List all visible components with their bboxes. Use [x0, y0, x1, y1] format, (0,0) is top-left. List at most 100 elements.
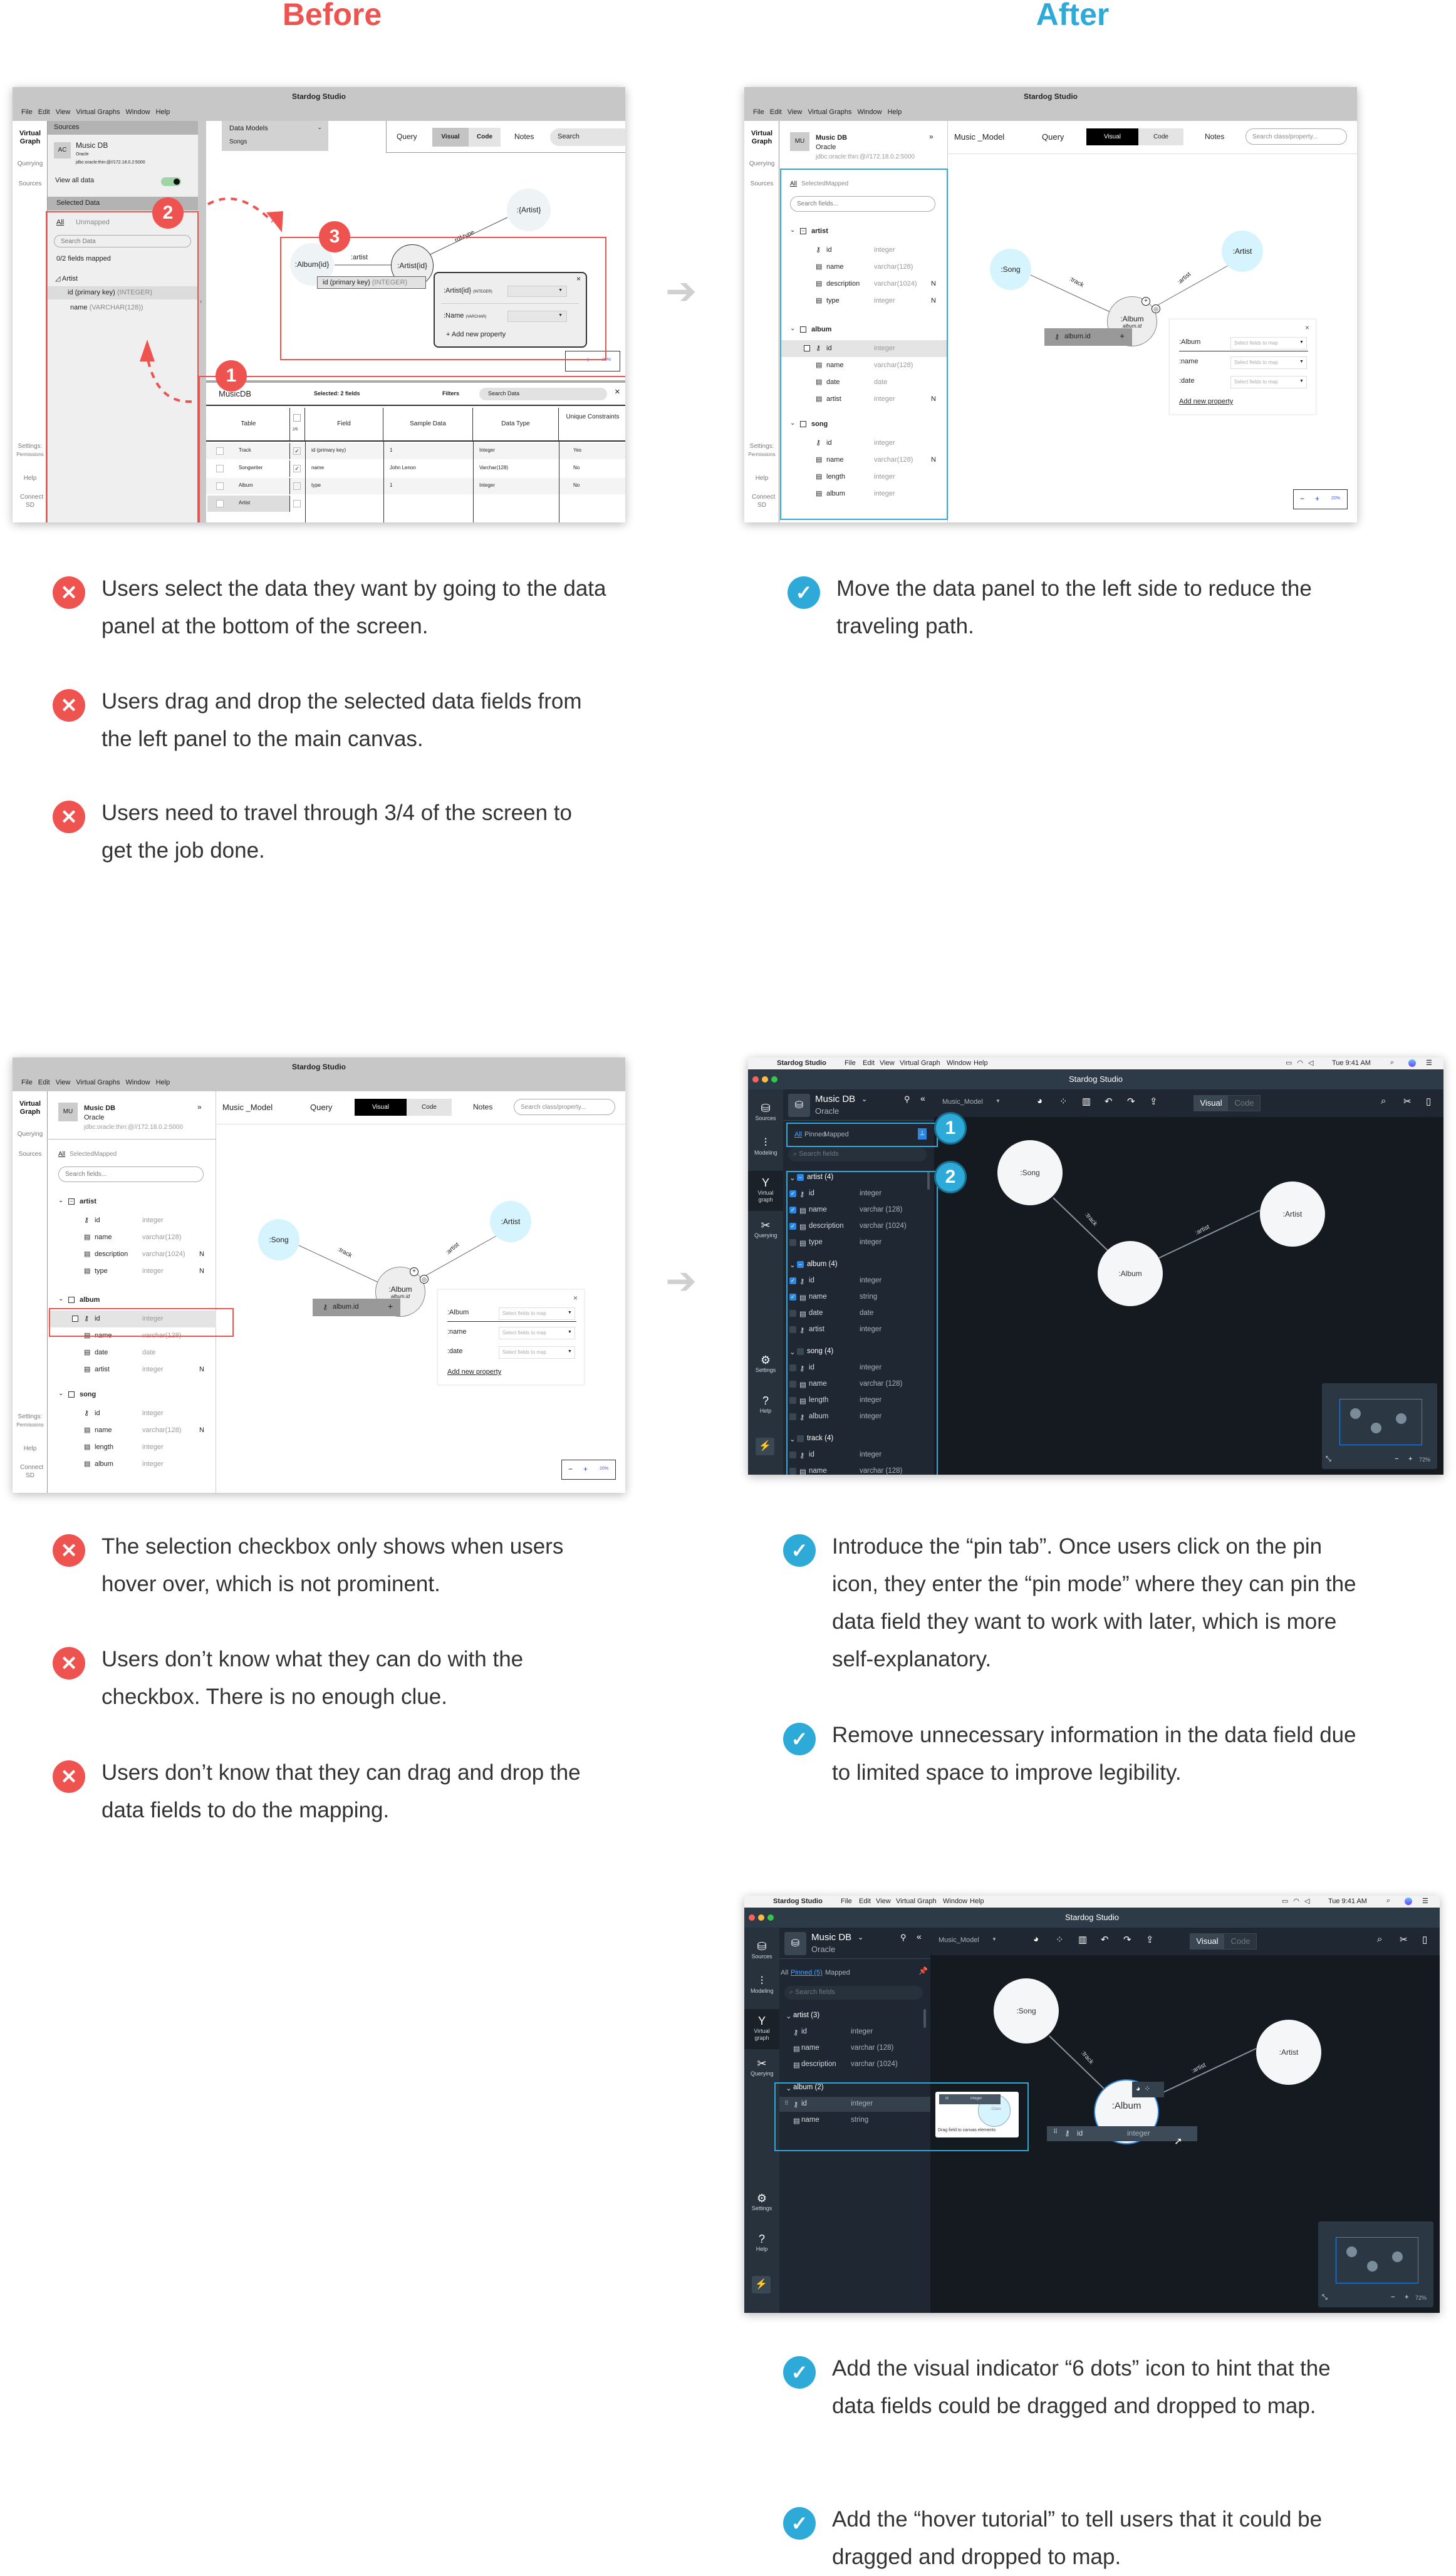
plus-icon[interactable]: +	[388, 1301, 393, 1311]
note-after-2-1: ✓ Introduce the “pin tab”. Once users cli…	[783, 1534, 1365, 1678]
add-property-link[interactable]: Add new property	[1179, 398, 1233, 405]
before-screenshot-2: Stardog Studio File Edit View Virtual Graphs…	[13, 1057, 625, 1493]
zoom-out-button[interactable]: −	[568, 1465, 573, 1473]
dragged-field[interactable]: ⚷ album.id +	[1044, 328, 1132, 346]
field-select[interactable]: Select fields to map	[1230, 376, 1307, 388]
zoom-in-button[interactable]: +	[583, 1465, 588, 1473]
x-circle-icon: ✕	[53, 576, 85, 609]
check-circle-icon: ✓	[783, 1723, 816, 1755]
tooltip-text: Drag field to canvas elements	[938, 2128, 996, 2132]
after-screenshot-1: Stardog Studio File Edit View Virtual Graphs…	[744, 87, 1357, 522]
property-popup: ×:Album Select fields to map ▼:name Select …	[1169, 319, 1316, 415]
x-circle-icon: ✕	[53, 1760, 85, 1793]
zoom-level: 20%	[600, 1467, 609, 1471]
dropdown-icon: ▼	[1299, 379, 1304, 383]
field-select[interactable]: Select fields to map	[1230, 337, 1307, 350]
note-text: Introduce the “pin tab”. Once users clic…	[832, 1534, 1356, 1671]
node-actions[interactable]: ◕⁘	[1132, 2082, 1164, 2097]
arrow-right-icon: ➔	[665, 270, 697, 312]
tooltip-field: id integer	[939, 2094, 1001, 2104]
key-icon: ⚷	[1064, 2129, 1070, 2137]
minimap-node	[1367, 2261, 1378, 2272]
zoom-level: 20%	[1331, 496, 1341, 501]
add-property-link[interactable]: Add new property	[447, 1368, 501, 1376]
node-artist-class[interactable]: :{Artist}	[507, 189, 551, 231]
field-select[interactable]: Select fields to map	[499, 1327, 575, 1339]
node-artist[interactable]: :Artist	[1222, 231, 1263, 272]
node-song[interactable]: :Song	[990, 249, 1031, 290]
target-icon[interactable]: ◎	[420, 1275, 429, 1284]
key-icon: ⚷	[323, 1304, 328, 1311]
check-circle-icon: ✓	[783, 1534, 816, 1567]
zoom-level: 72%	[1419, 1457, 1431, 1463]
zoom-in-button[interactable]: +	[1408, 1455, 1412, 1463]
add-node-icon[interactable]: +	[410, 1267, 419, 1276]
property-popup: ×:Album Select fields to map ▼:name Select …	[437, 1289, 585, 1385]
add-node-icon[interactable]: +	[1141, 297, 1150, 306]
after-screenshot-2: Stardog Studio File Edit View Virtual Graph W…	[748, 1057, 1443, 1475]
before-heading: Before	[282, 0, 382, 32]
dragged-field[interactable]: ⚷ album.id +	[313, 1299, 400, 1316]
divider	[447, 1321, 576, 1322]
zoom-in-button[interactable]: +	[1405, 2293, 1408, 2301]
target-icon[interactable]: ◎	[1152, 304, 1160, 313]
zoom-level: 72%	[1415, 2295, 1427, 2301]
zoom-out-button[interactable]: −	[1395, 1455, 1398, 1463]
note-text: Remove unnecessary information in the da…	[832, 1723, 1356, 1785]
note-after-3-1: ✓ Add the visual indicator “6 dots” icon …	[783, 2356, 1365, 2425]
minimap-node	[1392, 2251, 1403, 2262]
step-badge-3: 3	[319, 221, 350, 252]
after-heading: After	[1036, 0, 1110, 32]
minimap-node	[1396, 1413, 1407, 1424]
field-select[interactable]: Select fields to map	[499, 1307, 575, 1320]
node-artist[interactable]: :Artist	[490, 1201, 531, 1242]
highlight-bottom-panel	[199, 376, 625, 522]
zoom-out-button[interactable]: −	[1300, 494, 1304, 503]
drag-handle-icon: ⠿	[1053, 2129, 1058, 2136]
zoom-in-button[interactable]: +	[1315, 494, 1319, 503]
property-label: :Album	[1179, 338, 1201, 346]
dropdown-icon: ▼	[568, 1311, 572, 1315]
note-after-3-2: ✓ Add the “hover tutorial” to tell users …	[783, 2507, 1365, 2576]
zoom-out-button[interactable]: −	[1391, 2293, 1395, 2301]
zoom-control: − +20%	[561, 1460, 616, 1480]
node-album[interactable]: :Album	[1098, 1241, 1163, 1306]
field-select[interactable]: Select fields to map	[1230, 356, 1307, 369]
x-circle-icon: ✕	[53, 1647, 85, 1680]
minimap: ⤡ − +72%	[1318, 2221, 1433, 2307]
dropdown-icon: ▼	[1299, 360, 1304, 364]
note-before-1-3: ✕ Users need to travel through 3/4 of the…	[53, 801, 603, 870]
plus-icon[interactable]: +	[1120, 331, 1125, 341]
minimap-viewport[interactable]	[1339, 1399, 1422, 1445]
hover-tutorial-tooltip: :Class id integer Drag field to canvas elem…	[935, 2092, 1019, 2137]
node-song[interactable]: :Song	[994, 1978, 1059, 2044]
node-song[interactable]: :Song	[997, 1140, 1063, 1205]
shrink-icon[interactable]: ⤡	[1322, 2293, 1328, 2302]
field-select[interactable]: Select fields to map	[499, 1346, 575, 1359]
edge-artist	[420, 1235, 497, 1279]
step-badge-2: 2	[934, 1161, 967, 1193]
close-icon[interactable]: ×	[1305, 323, 1309, 332]
highlight-panel	[780, 169, 948, 520]
node-artist[interactable]: :Artist	[1256, 2020, 1321, 2085]
node-artist[interactable]: :Artist	[1260, 1182, 1325, 1247]
shrink-icon[interactable]: ⤡	[1326, 1455, 1331, 1463]
node-song[interactable]: :Song	[258, 1219, 299, 1260]
minimap-viewport[interactable]	[1336, 2237, 1418, 2283]
property-label: :name	[1179, 358, 1199, 365]
edge-artist	[1152, 265, 1229, 309]
note-text: Users don’t know what they can do with t…	[101, 1647, 524, 1709]
note-after-1-1: ✓ Move the data panel to the left side to…	[788, 576, 1350, 645]
after-screenshot-3: Stardog Studio File Edit View Virtual Graph W…	[744, 1896, 1440, 2313]
edge-artist	[1158, 1210, 1261, 1259]
node-label: :Album	[1120, 314, 1144, 323]
node-label: :Album	[388, 1284, 412, 1294]
close-icon[interactable]: ×	[573, 1294, 578, 1302]
property-label: :date	[1179, 377, 1195, 385]
note-text: The selection checkbox only shows when u…	[101, 1534, 564, 1596]
cursor-icon: ➚	[1174, 2136, 1183, 2147]
dropdown-icon: ▼	[1299, 340, 1304, 345]
minimap-node	[1350, 1408, 1361, 1419]
edge-track	[1053, 1197, 1109, 1252]
dropdown-icon: ▼	[568, 1330, 572, 1334]
